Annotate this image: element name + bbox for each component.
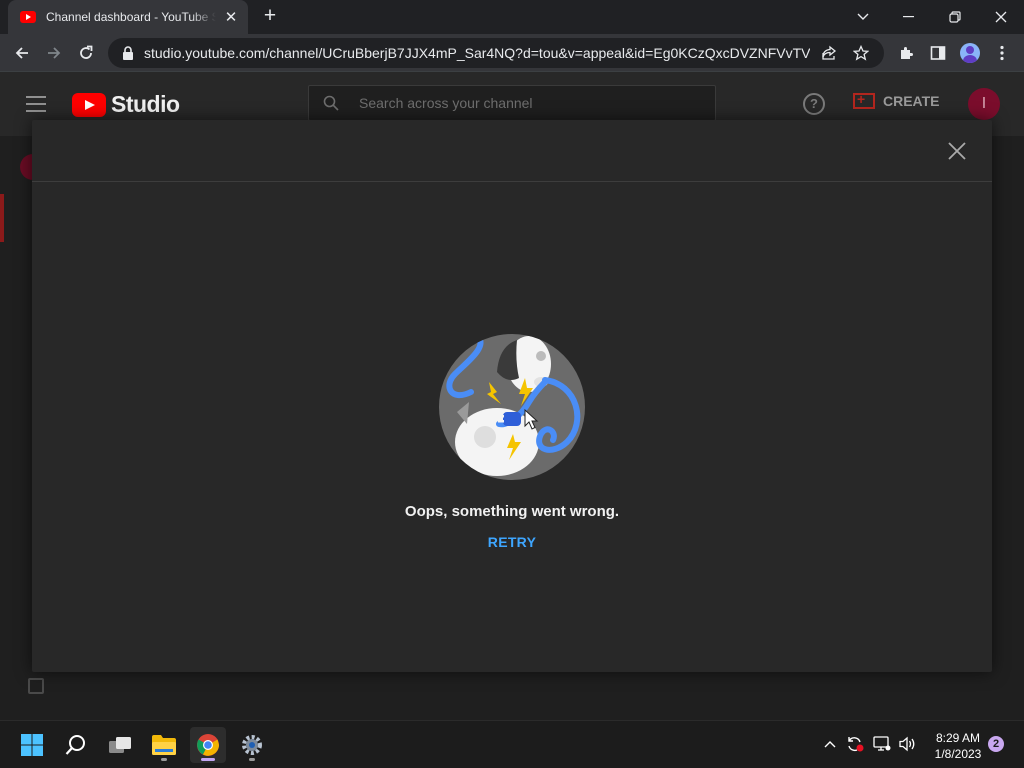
retry-button[interactable]: RETRY <box>32 534 992 550</box>
windows-taskbar: 8:29 AM 1/8/2023 <box>0 720 1024 768</box>
feedback-icon[interactable] <box>28 678 44 694</box>
volume-icon[interactable] <box>897 733 917 755</box>
settings-gear-icon[interactable] <box>234 727 270 763</box>
error-message: Oops, something went wrong. <box>404 503 620 520</box>
browser-tab-strip: Channel dashboard - YouTube Studio ✕ + <box>0 0 1024 34</box>
browser-tab[interactable]: Channel dashboard - YouTube Studio ✕ <box>8 0 248 34</box>
start-windows-icon[interactable] <box>14 727 50 763</box>
restore-button[interactable] <box>932 0 978 34</box>
create-video-icon <box>853 91 875 109</box>
share-icon[interactable] <box>816 40 842 66</box>
network-icon[interactable] <box>872 733 892 755</box>
system-clock[interactable]: 8:29 AM 1/8/2023 <box>926 730 990 762</box>
more-menu-icon[interactable] <box>988 39 1016 67</box>
browser-toolbar: studio.youtube.com/channel/UCruBberjB7JJ… <box>0 34 1024 72</box>
channel-search-input[interactable]: Search across your channel <box>308 85 716 121</box>
broken-cable-illustration <box>439 334 585 480</box>
studio-logo-text: Studio <box>111 91 180 117</box>
error-dialog: Oops, something went wrong. RETRY <box>32 120 992 672</box>
close-icon[interactable] <box>946 140 968 162</box>
tab-search-chevron-down-icon[interactable] <box>840 0 886 34</box>
close-window-button[interactable] <box>978 0 1024 34</box>
create-button[interactable]: CREATE <box>853 91 940 109</box>
chevron-up-icon[interactable] <box>820 733 840 755</box>
new-tab-button[interactable]: + <box>258 5 282 29</box>
forward-button[interactable] <box>40 39 68 67</box>
url-text[interactable]: studio.youtube.com/channel/UCruBberjB7JJ… <box>144 45 810 61</box>
reload-button[interactable] <box>72 39 100 67</box>
chrome-icon[interactable] <box>190 727 226 763</box>
file-explorer-icon[interactable] <box>146 727 182 763</box>
search-icon <box>323 95 339 111</box>
studio-logo[interactable]: Studio <box>72 91 180 118</box>
clock-date: 1/8/2023 <box>934 747 982 761</box>
youtube-play-icon <box>72 92 106 117</box>
create-label: CREATE <box>883 93 940 109</box>
back-button[interactable] <box>8 39 36 67</box>
sidebar-active-indicator <box>0 194 4 242</box>
search-icon[interactable] <box>58 727 94 763</box>
side-panel-icon[interactable] <box>924 39 952 67</box>
minimize-button[interactable] <box>886 0 932 34</box>
tab-title: Channel dashboard - YouTube Studio <box>46 10 216 24</box>
bookmark-star-icon[interactable] <box>848 40 874 66</box>
address-bar[interactable]: studio.youtube.com/channel/UCruBberjB7JJ… <box>108 38 884 68</box>
extensions-puzzle-icon[interactable] <box>892 39 920 67</box>
tab-close-icon[interactable]: ✕ <box>222 8 240 26</box>
dialog-header <box>32 120 992 182</box>
account-avatar[interactable]: I <box>968 88 1000 120</box>
youtube-favicon-icon <box>20 11 36 23</box>
clock-time: 8:29 AM <box>935 731 981 745</box>
sync-alert-icon[interactable] <box>845 733 865 755</box>
help-icon[interactable]: ? <box>803 93 825 115</box>
lock-icon[interactable] <box>122 46 134 60</box>
menu-icon[interactable] <box>26 96 46 112</box>
profile-avatar[interactable] <box>956 39 984 67</box>
task-view-icon[interactable] <box>102 727 138 763</box>
notification-count-badge[interactable]: 2 <box>988 736 1004 752</box>
search-placeholder: Search across your channel <box>359 95 533 111</box>
